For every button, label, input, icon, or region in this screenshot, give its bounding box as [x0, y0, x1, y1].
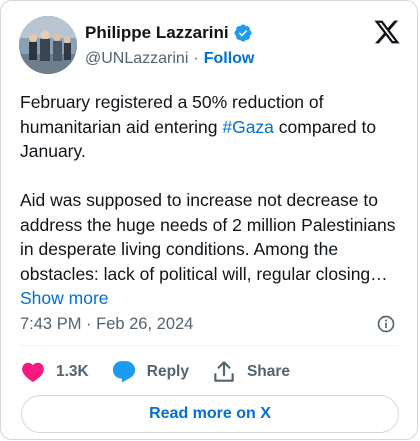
timestamp[interactable]: 7:43 PM · Feb 26, 2024 — [20, 315, 193, 334]
share-upload-icon — [214, 361, 234, 382]
tweet-header: Philippe Lazzarini @UNLazzarini · Follow — [19, 16, 403, 76]
reply-bubble-icon — [112, 361, 135, 383]
separator-dot: · — [193, 50, 199, 67]
tweet-meta: 7:43 PM · Feb 26, 2024 — [20, 312, 396, 336]
author-names: Philippe Lazzarini @UNLazzarini · Follow — [85, 22, 254, 68]
tweet-card: Philippe Lazzarini @UNLazzarini · Follow… — [0, 0, 418, 440]
read-more-button[interactable]: Read more on X — [21, 395, 399, 433]
action-bar: 1.3K Reply Share — [20, 358, 312, 386]
reply-button[interactable]: Reply — [111, 359, 189, 385]
like-count: 1.3K — [56, 363, 89, 380]
follow-button[interactable]: Follow — [204, 50, 255, 68]
share-label: Share — [246, 363, 291, 380]
heart-icon — [22, 362, 44, 382]
divider — [20, 345, 398, 346]
reply-label: Reply — [146, 363, 189, 380]
tweet-text: February registered a 50% reduction of h… — [20, 90, 405, 311]
show-more-link[interactable]: Show more — [20, 288, 109, 308]
display-name[interactable]: Philippe Lazzarini — [85, 23, 229, 43]
verified-badge-icon — [234, 24, 252, 42]
like-button[interactable]: 1.3K — [20, 359, 89, 385]
x-logo-icon[interactable] — [373, 18, 401, 46]
author-handle[interactable]: @UNLazzarini — [85, 50, 188, 68]
tweet-text-part-2: compared to January. Aid was supposed to… — [20, 116, 396, 284]
avatar[interactable] — [19, 16, 77, 74]
info-icon[interactable] — [376, 314, 396, 334]
hashtag-link[interactable]: #Gaza — [222, 117, 274, 137]
share-button[interactable]: Share — [211, 359, 290, 385]
